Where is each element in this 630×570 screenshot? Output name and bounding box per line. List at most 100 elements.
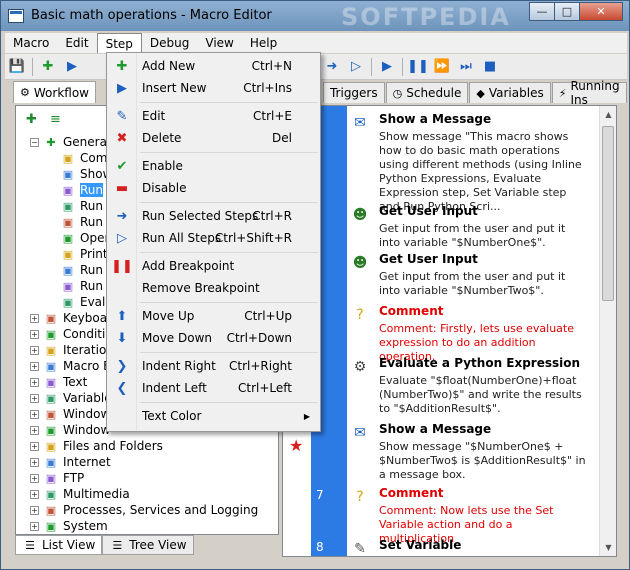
menu-item-disable[interactable]: ▬ Disable (109, 177, 318, 199)
tree-item[interactable]: + ▣ FTP (16, 470, 278, 486)
close-button[interactable]: ✕ (579, 2, 623, 21)
steps-scrollbar[interactable]: ▲ ▼ (599, 106, 616, 556)
expand-toggle-icon[interactable]: + (30, 425, 39, 435)
add-icon: ✚ (116, 58, 128, 74)
workflow-step[interactable]: ✉ Show a Message Show message "This macro … (351, 112, 599, 213)
workflow-step[interactable]: ⚙ Evaluate a Python Expression Evaluate "$… (351, 356, 599, 415)
collapse-all-icon[interactable]: ≡ (50, 112, 68, 128)
tree-node-icon: ▣ (45, 327, 57, 341)
workflow-step[interactable]: ☻ Get User Input Get input from the user a… (351, 252, 599, 302)
menu-help[interactable]: Help (242, 33, 285, 53)
menu-item-indent-right[interactable]: ❯ Indent Right Ctrl+Right (109, 355, 318, 377)
tab-triggers[interactable]: Triggers (322, 82, 385, 103)
expand-toggle-icon[interactable]: + (30, 521, 39, 531)
tab-running-instances[interactable]: ⚡ Running Ins (551, 79, 627, 107)
menu-item-label: Text Color (142, 409, 202, 423)
run-all-icon[interactable]: ▷ (346, 57, 366, 77)
tree-view-tab[interactable]: ☰ Tree View (102, 535, 194, 555)
menu-item-delete[interactable]: ✖ Delete Del (109, 127, 318, 149)
tree-node-icon: ▣ (62, 215, 74, 229)
tab-workflow[interactable]: ⚙ Workflow (13, 81, 96, 103)
pause-icon[interactable]: ❚❚ (407, 57, 429, 77)
workflow-step[interactable]: ? Comment Comment: Now lets use the Set Va… (351, 486, 599, 545)
scroll-down-icon[interactable]: ▼ (600, 539, 616, 556)
window-title: Basic math operations - Macro Editor (31, 8, 272, 23)
tab-variables[interactable]: ◆ Variables (469, 82, 551, 103)
save-icon[interactable]: 💾 (7, 57, 27, 77)
breakpoint-star-icon[interactable]: ★ (289, 436, 303, 455)
expand-toggle-icon[interactable]: + (30, 361, 39, 371)
menu-item-text-color[interactable]: Text Color ▶ (109, 405, 318, 427)
list-view-tab[interactable]: ☰ List View (15, 535, 103, 555)
tree-item[interactable]: + ▣ Files and Folders (16, 438, 278, 454)
tree-item[interactable]: + ▣ System (16, 518, 278, 534)
tree-node-icon: ▣ (62, 199, 74, 213)
run-selected-icon[interactable]: ➜ (322, 57, 342, 77)
tree-node-icon: ▣ (45, 311, 57, 325)
tree-item-label: Multimedia (63, 487, 130, 501)
toolbar-separator (371, 57, 372, 76)
tab-schedule[interactable]: ◷ Schedule (385, 82, 469, 103)
tree-item[interactable]: + ▣ Internet (16, 454, 278, 470)
add-icon[interactable]: ✚ (38, 57, 58, 77)
minimize-button[interactable]: — (529, 2, 555, 21)
tree-item-label: Text (63, 375, 88, 389)
menu-item-add-new[interactable]: ✚ Add New Ctrl+N (109, 55, 318, 77)
maximize-button[interactable]: □ (554, 2, 580, 21)
expand-toggle-icon[interactable]: + (30, 441, 39, 451)
menu-item-insert-new[interactable]: ▶ Insert New Ctrl+Ins (109, 77, 318, 99)
comment-icon: ? (356, 307, 364, 323)
tree-node-icon: ▣ (45, 343, 57, 357)
menu-separator (140, 202, 318, 203)
workflow-step[interactable]: ☻ Get User Input Get input from the user a… (351, 204, 599, 254)
set-variable-icon: ✎ (354, 541, 366, 557)
menu-edit[interactable]: Edit (57, 33, 96, 53)
tree-node-icon: ▣ (62, 231, 74, 245)
menu-item-enable[interactable]: ✔ Enable (109, 155, 318, 177)
insert-icon[interactable]: ▶ (62, 57, 82, 77)
menu-item-add-breakpoint[interactable]: ❚❚ Add Breakpoint (109, 255, 318, 277)
expand-toggle-icon[interactable]: + (30, 473, 39, 483)
menu-macro[interactable]: Macro (5, 33, 57, 53)
menu-item-indent-left[interactable]: ❮ Indent Left Ctrl+Left (109, 377, 318, 399)
workflow-step[interactable]: ✉ Show a Message Show message "$NumberOne$… (351, 422, 599, 481)
scroll-thumb[interactable] (602, 126, 614, 301)
tree-node-icon: ▣ (45, 487, 57, 501)
expand-toggle-icon[interactable]: + (30, 409, 39, 419)
expand-toggle-icon[interactable]: − (30, 137, 39, 147)
workflow-step[interactable]: ✎ Set Variable (351, 538, 599, 557)
expand-all-icon[interactable]: ✚ (26, 112, 44, 128)
menu-item-move-down[interactable]: ⬇ Move Down Ctrl+Down (109, 327, 318, 349)
workflow-step[interactable]: ? Comment Comment: Firstly, lets use evalu… (351, 304, 599, 363)
menu-item-move-up[interactable]: ⬆ Move Up Ctrl+Up (109, 305, 318, 327)
step-title: Comment (379, 304, 444, 318)
tree-item[interactable]: + ▣ Multimedia (16, 486, 278, 502)
expand-toggle-icon[interactable]: + (30, 457, 39, 467)
menu-step[interactable]: Step (96, 33, 142, 53)
menu-debug[interactable]: Debug (142, 33, 197, 53)
scroll-up-icon[interactable]: ▲ (600, 106, 616, 123)
stop-icon[interactable]: ■ (480, 57, 500, 77)
fast-forward-icon[interactable]: ⏩ (432, 57, 452, 77)
menu-item-run-selected-steps[interactable]: ➜ Run Selected Steps Ctrl+R (109, 205, 318, 227)
expand-toggle-icon[interactable]: + (30, 345, 39, 355)
tree-item-label: Run (80, 199, 104, 213)
expand-toggle-icon[interactable]: + (30, 313, 39, 323)
tree-item[interactable]: + ▣ Processes, Services and Logging (16, 502, 278, 518)
menu-item-remove-breakpoint[interactable]: Remove Breakpoint (109, 277, 318, 299)
step-into-icon[interactable]: ▶ (377, 57, 397, 77)
tree-node-icon: ▣ (62, 183, 74, 197)
expand-toggle-icon[interactable]: + (30, 393, 39, 403)
menu-item-edit[interactable]: ✎ Edit Ctrl+E (109, 105, 318, 127)
menu-view[interactable]: View (197, 33, 241, 53)
expand-toggle-icon[interactable]: + (30, 505, 39, 515)
expand-toggle-icon[interactable]: + (30, 377, 39, 387)
skip-icon[interactable]: ⏭ (456, 57, 476, 77)
expand-toggle-icon[interactable]: + (30, 489, 39, 499)
menu-item-label: Edit (142, 109, 166, 123)
menu-item-run-all-steps[interactable]: ▷ Run All Steps Ctrl+Shift+R (109, 227, 318, 249)
message-icon: ✉ (354, 115, 366, 131)
menu-item-label: Run All Steps (142, 231, 222, 245)
expand-toggle-icon[interactable]: + (30, 329, 39, 339)
tree-node-icon: ▣ (45, 359, 57, 373)
